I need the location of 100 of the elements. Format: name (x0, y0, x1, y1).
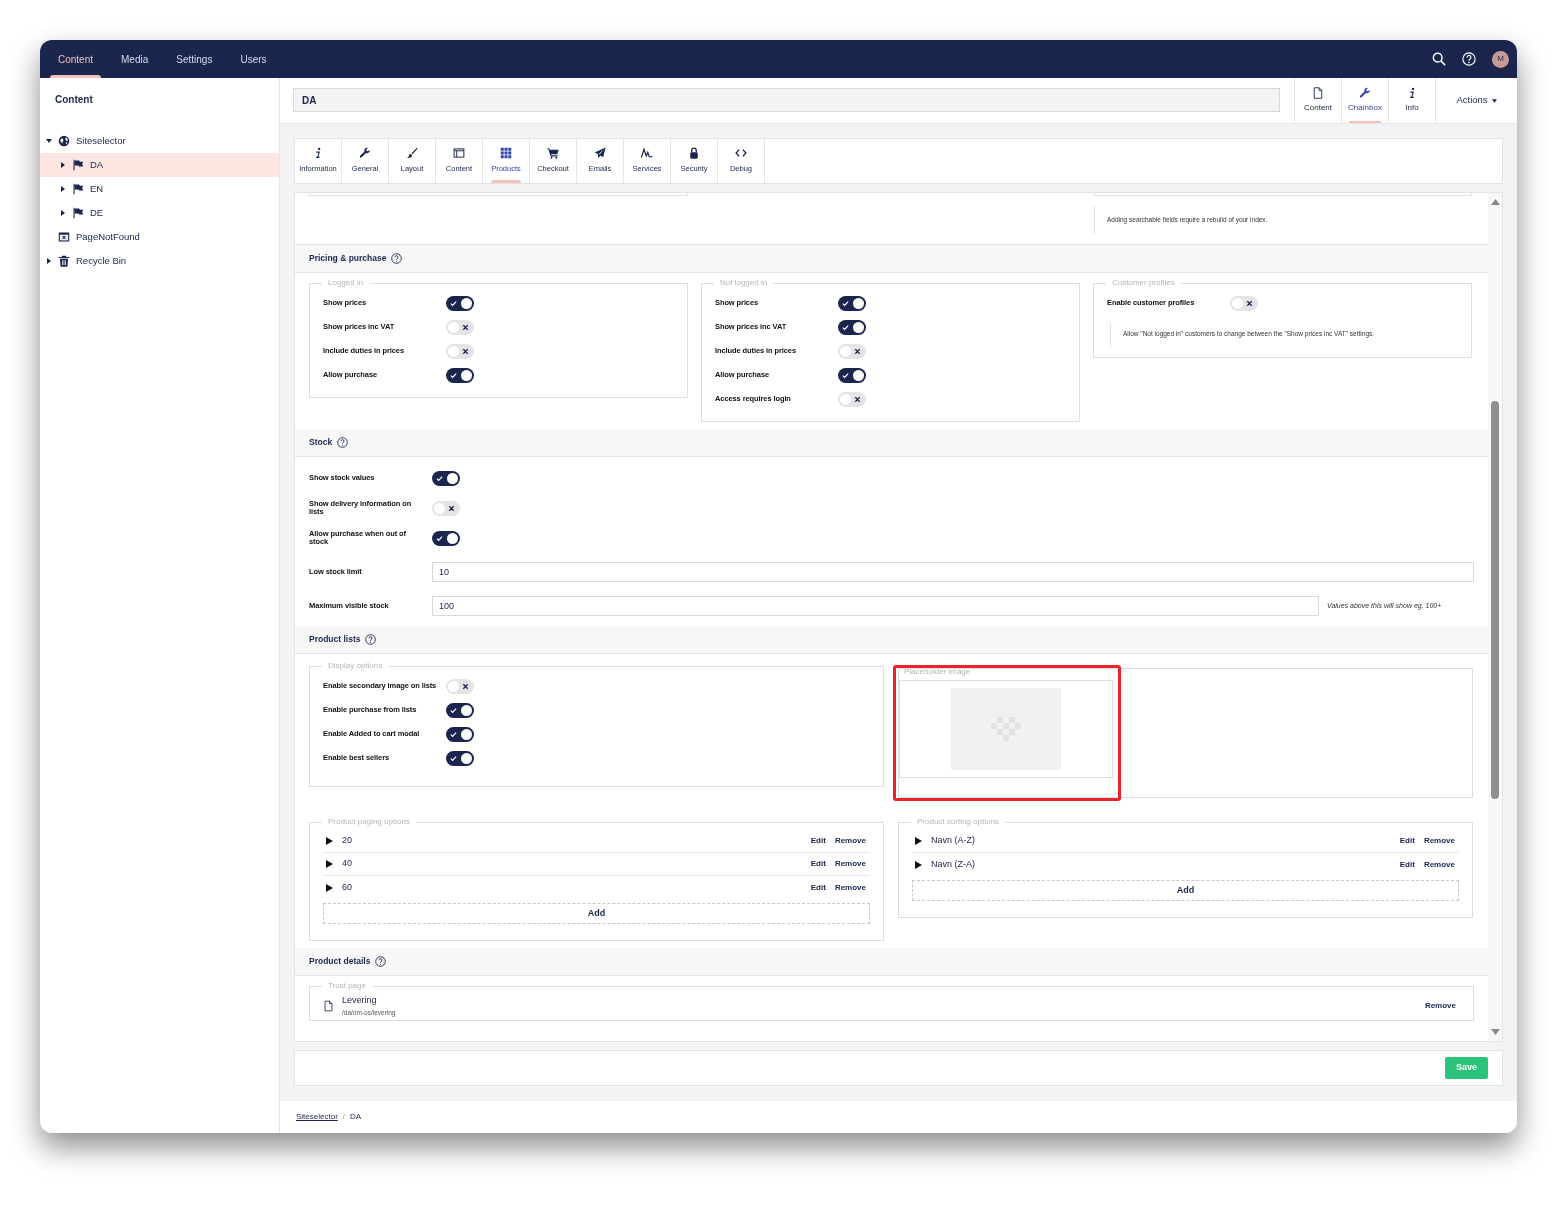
remove-link[interactable]: Remove (834, 858, 866, 870)
check-icon (842, 299, 849, 307)
flag-icon (72, 183, 84, 195)
list-item-label: 40 (342, 857, 353, 871)
cart-icon (547, 147, 559, 160)
nav-tab[interactable]: Media (107, 40, 163, 78)
add-button[interactable]: Add (912, 880, 1459, 902)
toggle-switch[interactable] (446, 295, 474, 311)
wave-icon (641, 147, 653, 160)
tree-item[interactable]: DA (40, 153, 279, 177)
user-avatar[interactable]: M (1492, 50, 1509, 68)
page-name: Levering (342, 994, 378, 1008)
input-field[interactable]: 10 (432, 562, 1474, 582)
toggle-switch[interactable] (838, 319, 866, 335)
toggle-switch[interactable] (838, 343, 866, 359)
expand-arrow-icon[interactable] (915, 837, 922, 845)
check-icon (450, 299, 457, 307)
section-title: Stock (309, 436, 333, 449)
check-icon (450, 754, 457, 762)
toggle-switch[interactable] (446, 678, 474, 694)
name-field[interactable]: DA (293, 88, 1280, 112)
group-legend: Product sorting options (911, 818, 1005, 826)
remove-link[interactable]: Remove (834, 835, 866, 847)
nav-tab[interactable]: Settings (162, 40, 227, 78)
nav-tab[interactable]: Content (44, 40, 108, 78)
toggle-switch[interactable] (446, 726, 474, 742)
tree-item[interactable]: Recycle Bin (40, 249, 279, 273)
check-icon (436, 474, 443, 482)
toggle-switch[interactable] (432, 530, 460, 546)
check-icon (450, 706, 457, 714)
toggle-switch[interactable] (446, 750, 474, 766)
scroll-down-arrow[interactable] (1490, 1029, 1500, 1035)
expand-arrow-icon[interactable] (326, 883, 333, 892)
caret-right-icon (60, 210, 66, 216)
edit-link[interactable]: Edit (1399, 835, 1415, 847)
scroll-up-arrow[interactable] (1490, 199, 1500, 205)
remove-link[interactable]: Remove (1424, 999, 1456, 1012)
x-icon (854, 347, 861, 355)
page-x-icon (58, 231, 70, 243)
caret-right-icon (46, 258, 52, 264)
file-icon (1312, 87, 1324, 99)
trash-icon (58, 255, 70, 267)
window-icon (453, 147, 465, 160)
scrollbar-thumb[interactable] (1491, 401, 1499, 799)
expand-arrow-icon[interactable] (915, 860, 922, 869)
list-item-label: Navn (Z-A) (931, 857, 976, 871)
add-button[interactable]: Add (323, 903, 870, 925)
check-icon (450, 371, 457, 379)
remove-link[interactable]: Remove (1423, 835, 1455, 847)
edit-link[interactable]: Edit (810, 881, 826, 894)
toggle-switch[interactable] (838, 295, 866, 311)
paper-plane-icon (594, 147, 606, 160)
remove-link[interactable]: Remove (834, 881, 866, 894)
lock-icon (688, 147, 700, 160)
expand-arrow-icon[interactable] (326, 860, 333, 868)
caret-icon (1491, 98, 1497, 103)
group-legend: Placeholder image (898, 668, 977, 676)
toggle-switch[interactable] (446, 367, 474, 383)
nav-tab[interactable]: Users (226, 40, 281, 78)
breadcrumb-link[interactable]: Siteselector (296, 1111, 338, 1123)
wrench-icon (1359, 87, 1371, 99)
tree-item[interactable]: EN (40, 177, 279, 201)
toggle-switch[interactable] (446, 343, 474, 359)
check-icon (436, 534, 443, 542)
toggle-switch[interactable] (446, 702, 474, 718)
toggle-switch[interactable] (838, 391, 866, 407)
search-icon[interactable] (1432, 52, 1446, 66)
toggle-switch[interactable] (838, 367, 866, 383)
wrench-icon (359, 147, 371, 160)
toggle-switch[interactable] (432, 470, 460, 486)
expand-arrow-icon[interactable] (326, 837, 333, 845)
x-icon (448, 504, 455, 512)
brush-icon (406, 147, 418, 160)
edit-link[interactable]: Edit (1399, 858, 1415, 871)
x-icon (1246, 299, 1253, 307)
input-field[interactable]: 100 (432, 596, 1319, 616)
file-icon (323, 999, 334, 1012)
breadcrumb-separator: / (342, 1111, 346, 1123)
breadcrumb-current: DA (350, 1111, 362, 1123)
group-legend: Product paging options (322, 818, 416, 826)
grid-icon (500, 147, 512, 160)
section-title: Product lists (309, 633, 361, 646)
globe-icon (58, 135, 70, 147)
edit-link[interactable]: Edit (810, 858, 826, 870)
caret-down-icon (46, 138, 52, 144)
check-icon (450, 730, 457, 738)
toggle-switch[interactable] (446, 319, 474, 335)
caret-right-icon (60, 162, 66, 168)
toggle-switch[interactable] (432, 500, 460, 516)
edit-link[interactable]: Edit (810, 835, 826, 847)
flag-icon (72, 159, 84, 171)
code-icon (735, 147, 747, 160)
tree-item[interactable]: Siteselector (40, 129, 279, 153)
toggle-switch[interactable] (1230, 295, 1258, 311)
tree-item[interactable]: PageNotFound (40, 225, 279, 249)
section-title: Pricing & purchase (309, 252, 387, 265)
group-legend: Trust page (322, 982, 372, 991)
x-icon (462, 323, 469, 331)
tree-item[interactable]: DE (40, 201, 279, 225)
remove-link[interactable]: Remove (1423, 858, 1455, 871)
